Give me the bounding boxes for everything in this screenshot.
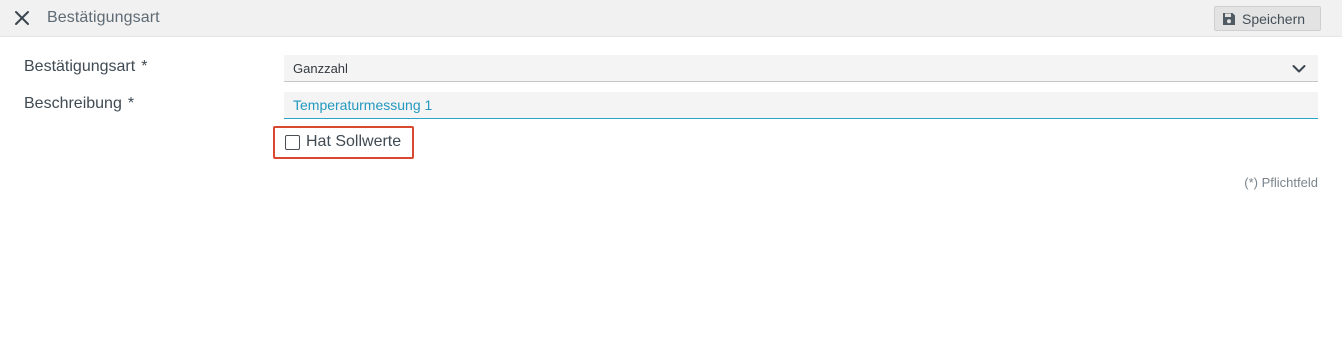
save-button[interactable]: Speichern [1214,6,1321,31]
has-setpoints-label[interactable]: Hat Sollwerte [306,133,401,151]
type-field-label: Bestätigungsart * [24,58,147,76]
required-marker: * [141,58,148,75]
description-field [284,92,1318,119]
has-setpoints-checkbox[interactable] [285,135,300,150]
required-field-note: (*) Pflichtfeld [1244,175,1318,190]
required-marker: * [127,95,135,112]
description-input[interactable] [284,92,1318,118]
description-field-label: Beschreibung * [24,95,134,113]
has-setpoints-highlight: Hat Sollwerte [273,126,414,159]
save-button-label: Speichern [1242,11,1306,27]
type-label-text: Bestätigungsart [24,58,136,75]
description-label-text: Beschreibung [24,95,122,112]
dialog-title: Bestätigungsart [47,9,160,26]
dialog-header: Bestätigungsart Speichern [0,0,1342,37]
close-icon [15,11,29,25]
type-select-value: Ganzzahl [293,61,348,76]
chevron-down-icon [1292,65,1306,73]
floppy-disk-icon [1223,13,1235,25]
type-select[interactable]: Ganzzahl [284,55,1318,82]
close-button[interactable] [12,8,32,28]
